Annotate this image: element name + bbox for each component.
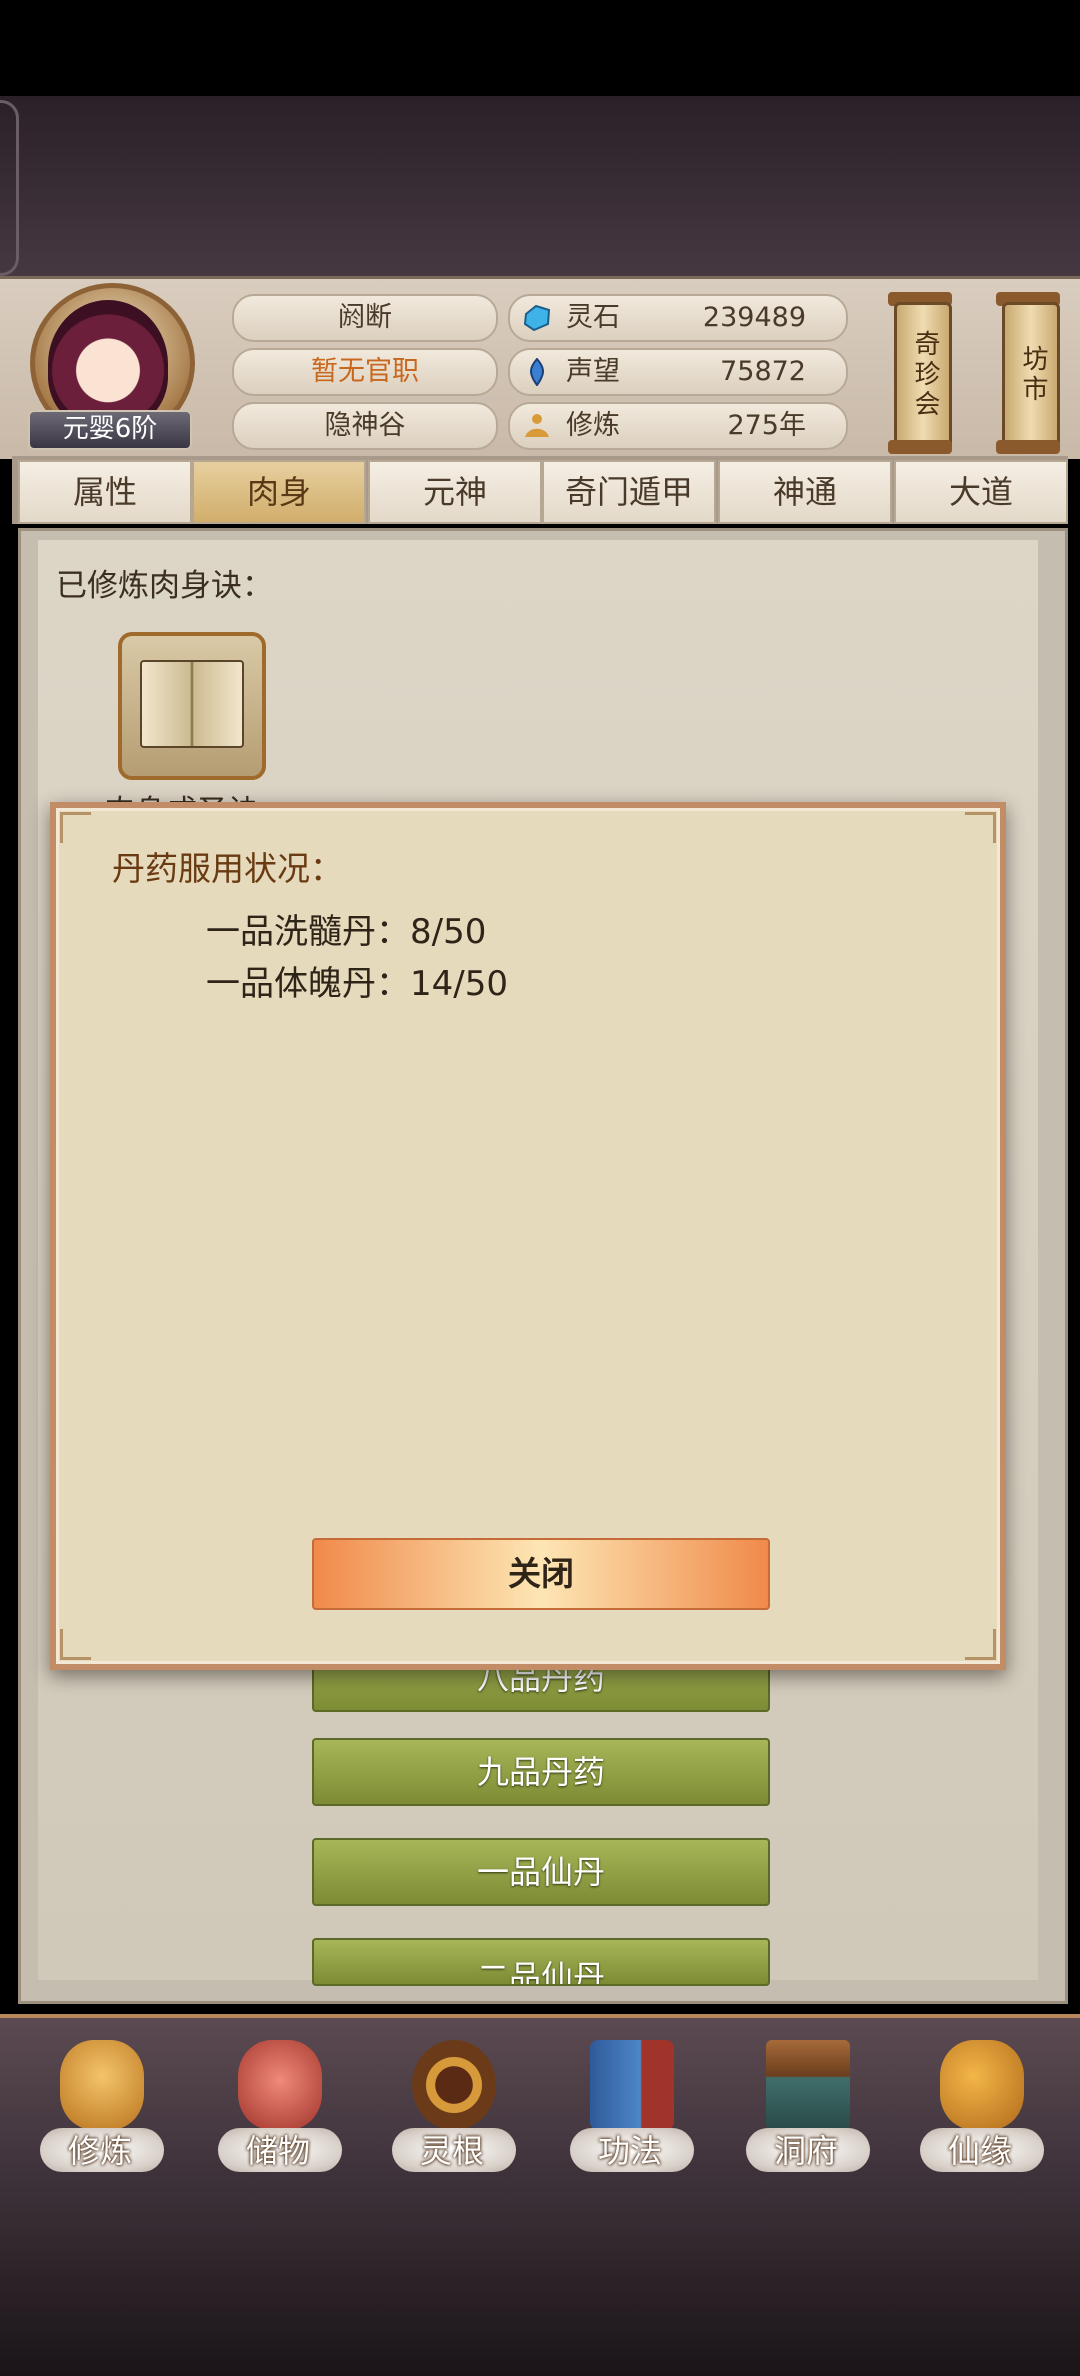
nav-label: 储物 <box>245 2132 310 2170</box>
tab-spirit[interactable]: 元神 <box>368 460 542 524</box>
skill-book-icon[interactable] <box>118 632 266 780</box>
spirit-stone-counter: 灵石 239489 <box>508 294 848 342</box>
bag-icon <box>238 2040 322 2130</box>
player-name: 阏断 <box>232 294 498 342</box>
nav-label: 功法 <box>597 2132 662 2170</box>
official-title: 暂无官职 <box>232 348 498 396</box>
cultivated-skills-label: 已修炼肉身诀： <box>56 568 273 604</box>
side-drawer-handle[interactable] <box>0 100 19 276</box>
pill-category-button[interactable]: 二品仙丹 <box>312 1938 770 1986</box>
tab-qimen-dunjia[interactable]: 奇门遁甲 <box>542 460 716 524</box>
dialog-title: 丹药服用状况： <box>112 849 343 888</box>
prestige-counter: 声望 75872 <box>508 348 848 396</box>
pill-usage-row: 一品洗髓丹：8/50 <box>206 904 486 953</box>
nav-cave-dwelling[interactable]: 洞府 <box>736 2040 876 2190</box>
treasure-auction-button[interactable]: 奇珍会 <box>894 302 952 448</box>
close-button[interactable]: 关闭 <box>312 1538 770 1610</box>
pill-category-button[interactable]: 一品仙丹 <box>312 1838 770 1906</box>
dialog-corner <box>60 1629 91 1660</box>
nav-spirit-root[interactable]: 灵根 <box>382 2040 522 2190</box>
scroll-cap <box>888 440 952 454</box>
meditating-monk-icon <box>60 2040 144 2130</box>
book-icon <box>590 2040 674 2130</box>
tab-body[interactable]: 肉身 <box>192 460 366 524</box>
prestige-icon <box>530 358 544 386</box>
nav-fate[interactable]: 仙缘 <box>910 2040 1050 2190</box>
nav-label: 仙缘 <box>947 2132 1012 2170</box>
resource-value: 239489 <box>702 302 806 333</box>
nav-label: 灵根 <box>419 2132 484 2170</box>
resource-label: 灵石 <box>566 302 620 333</box>
nav-techniques[interactable]: 功法 <box>560 2040 700 2190</box>
bottom-bar <box>0 2194 1080 2376</box>
dialog-corner <box>965 812 996 843</box>
top-banner <box>0 96 1080 276</box>
resource-label: 声望 <box>566 356 620 387</box>
pill-usage-row: 一品体魄丹：14/50 <box>206 956 508 1005</box>
pill-category-button[interactable]: 九品丹药 <box>312 1738 770 1806</box>
cultivation-rank: 元婴6阶 <box>28 410 192 450</box>
pavilion-icon <box>766 2040 850 2130</box>
resource-value: 275年 <box>727 410 806 441</box>
gourd-icon <box>940 2040 1024 2130</box>
sect-name: 隐神谷 <box>232 402 498 450</box>
tab-attributes[interactable]: 属性 <box>18 460 192 524</box>
nav-label: 洞府 <box>773 2132 838 2170</box>
triskelion-icon <box>412 2040 496 2130</box>
dialog-corner <box>965 1629 996 1660</box>
nav-storage[interactable]: 储物 <box>208 2040 348 2190</box>
pill-name: 一品洗髓丹： <box>206 912 410 952</box>
pill-count: 14/50 <box>410 964 508 1004</box>
cultivation-years-counter: 修炼 275年 <box>508 402 848 450</box>
avatar-portrait <box>48 300 168 428</box>
resource-value: 75872 <box>720 356 806 387</box>
nav-label: 修炼 <box>67 2132 132 2170</box>
nav-cultivate[interactable]: 修炼 <box>30 2040 170 2190</box>
resource-label: 修炼 <box>566 410 620 441</box>
tab-great-dao[interactable]: 大道 <box>894 460 1068 524</box>
scroll-cap <box>996 440 1060 454</box>
dialog-corner <box>60 812 91 843</box>
market-button[interactable]: 坊市 <box>1002 302 1060 448</box>
pill-count: 8/50 <box>410 912 487 952</box>
spirit-stone-icon <box>523 304 551 332</box>
tab-divine-arts[interactable]: 神通 <box>718 460 892 524</box>
meditation-icon <box>525 414 549 437</box>
pill-name: 一品体魄丹： <box>206 964 410 1004</box>
